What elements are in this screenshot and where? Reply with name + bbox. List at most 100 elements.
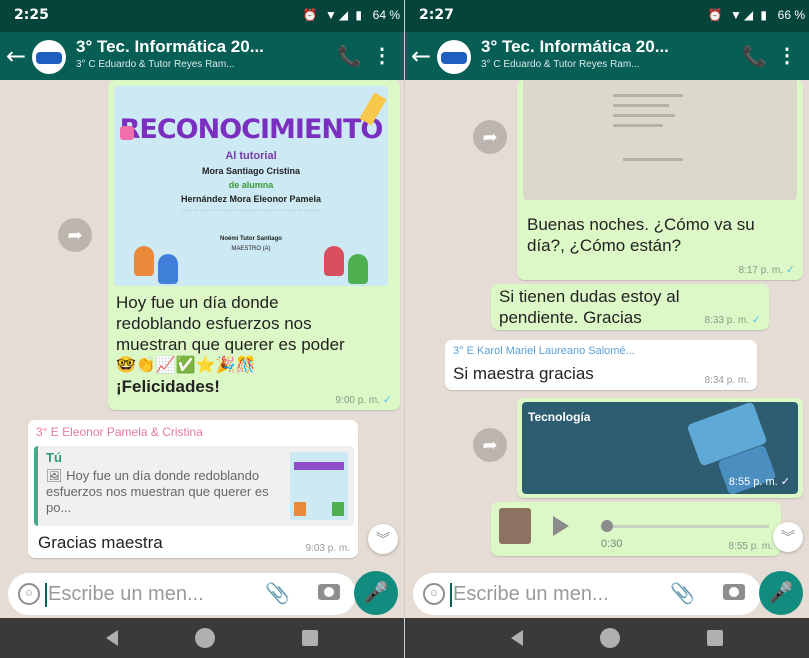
mic-icon[interactable]: 🎤 — [759, 571, 803, 615]
status-bar: 2:25 ⏰ ▼◢ ▮ 64 % — [0, 0, 404, 32]
message-text: Gracias maestra — [38, 533, 163, 552]
poster-illustration — [158, 254, 178, 284]
signal-wifi-icons: ⏰ ▼◢ ▮ — [302, 8, 364, 22]
letter-image[interactable] — [523, 80, 797, 200]
back-arrow-icon[interactable]: ← — [411, 42, 431, 70]
nav-back-icon[interactable] — [511, 630, 523, 646]
scroll-down-icon[interactable]: ︾ — [368, 524, 398, 554]
poster-line: Al tutorial — [225, 150, 277, 162]
message-time: 9:03 p. m. — [305, 543, 350, 554]
poster-title: RECONOCIMIENTO — [119, 114, 384, 145]
quoted-message[interactable]: Tú 🖼 Hoy fue un día donde redoblando esf… — [34, 446, 354, 526]
group-avatar[interactable] — [32, 40, 66, 74]
tech-image[interactable]: Tecnología 8:55 p. m. ✓ — [522, 402, 798, 494]
audio-progress-track[interactable] — [603, 525, 769, 528]
camera-icon[interactable] — [318, 584, 340, 600]
text-caret — [45, 583, 47, 607]
poster-decoration — [120, 126, 134, 140]
compose-bar: ☺ Escribe un men... 📎 🎤 — [0, 568, 404, 618]
poster-illustration — [348, 254, 368, 284]
more-options-icon[interactable]: ⋮ — [372, 43, 392, 68]
more-options-icon[interactable]: ⋮ — [777, 43, 797, 68]
message-sender: 3° E Karol Mariel Laureano Salomé... — [453, 345, 635, 357]
nav-home-icon[interactable] — [600, 628, 620, 648]
add-call-icon[interactable]: 📞 — [337, 44, 362, 69]
message-text: Buenas noches. ¿Cómo va su día?, ¿Cómo e… — [527, 215, 755, 255]
forward-icon[interactable]: ➦ — [58, 218, 92, 252]
image-message-bubble[interactable]: RECONOCIMIENTO Al tutorial Mora Santiago… — [108, 80, 400, 410]
chat-header[interactable]: ← 3° Tec. Informática 20... 3° C Eduardo… — [0, 32, 404, 80]
poster-line: MAESTRO (A) — [231, 246, 271, 252]
audio-message-bubble[interactable]: 0:30 8:55 p. m. — [491, 502, 781, 556]
phone-screen-left: 2:25 ⏰ ▼◢ ▮ 64 % ← 3° Tec. Informática 2… — [0, 0, 404, 658]
image-message-bubble[interactable]: Tecnología 8:55 p. m. ✓ — [517, 398, 803, 498]
poster-line: Hernández Mora Eleonor Pamela — [180, 194, 322, 204]
message-input[interactable]: ☺ Escribe un men... 📎 — [8, 573, 356, 615]
poster-image[interactable]: RECONOCIMIENTO Al tutorial Mora Santiago… — [114, 86, 388, 286]
poster-body-text: · · · · · · · · · · · · · · · · · · · · … — [181, 208, 321, 214]
message-time: 8:55 p. m. ✓ — [728, 476, 790, 488]
emoji-row: 🤓👏📈✅⭐🎉🎊 — [116, 357, 256, 374]
compose-bar: ☺ Escribe un men... 📎 🎤 — [405, 568, 809, 618]
message-time: 8:55 p. m. — [728, 541, 773, 552]
attach-icon[interactable]: 📎 — [670, 581, 695, 606]
message-time: 8:17 p. m. ✓ — [738, 264, 795, 276]
read-ticks-icon: ✓ — [751, 314, 761, 326]
mic-icon[interactable]: 🎤 — [354, 571, 398, 615]
audio-progress-knob[interactable] — [601, 520, 613, 532]
input-placeholder: Escribe un men... — [48, 583, 204, 605]
image-message-bubble[interactable]: Buenas noches. ¿Cómo va su día?, ¿Cómo e… — [517, 80, 803, 280]
quote-author: Tú — [46, 450, 62, 465]
system-nav-bar — [0, 618, 404, 658]
status-time: 2:25 — [14, 7, 49, 23]
add-call-icon[interactable]: 📞 — [742, 44, 767, 69]
text-caret — [450, 583, 452, 607]
read-ticks-icon: ✓ — [382, 394, 392, 406]
chat-subtitle[interactable]: 3° C Eduardo & Tutor Reyes Ram... — [76, 59, 235, 70]
emoji-icon[interactable]: ☺ — [18, 583, 40, 605]
quote-thumbnail — [290, 452, 348, 520]
camera-icon[interactable] — [723, 584, 745, 600]
incoming-message-bubble[interactable]: 3° E Karol Mariel Laureano Salomé... Si … — [445, 340, 757, 390]
forward-icon[interactable]: ➦ — [473, 428, 507, 462]
attach-icon[interactable]: 📎 — [265, 581, 290, 606]
forward-icon[interactable]: ➦ — [473, 120, 507, 154]
reply-message-bubble[interactable]: 3° E Eleonor Pamela & Cristina Tú 🖼 Hoy … — [28, 420, 358, 558]
back-arrow-icon[interactable]: ← — [6, 42, 26, 70]
system-nav-bar — [405, 618, 809, 658]
message-text: Si maestra gracias — [453, 364, 594, 383]
poster-line: de alumna — [228, 180, 274, 190]
caption-line: redoblando esfuerzos nos — [116, 314, 312, 333]
nav-back-icon[interactable] — [106, 630, 118, 646]
caption-line: Hoy fue un día donde — [116, 293, 279, 312]
message-input[interactable]: ☺ Escribe un men... 📎 — [413, 573, 761, 615]
message-text: Si tienen dudas estoy al pendiente. Grac… — [499, 287, 680, 327]
play-icon[interactable] — [553, 516, 569, 536]
audio-duration: 0:30 — [601, 538, 623, 550]
phone-screen-right: 2:27 ⏰ ▼◢ ▮ 66 % ← 3° Tec. Informática 2… — [405, 0, 809, 658]
audio-thumbnail — [499, 508, 531, 544]
message-time: 8:34 p. m. — [704, 375, 749, 386]
nav-home-icon[interactable] — [195, 628, 215, 648]
battery-level: 66 % — [777, 8, 805, 22]
text-message-bubble[interactable]: Si tienen dudas estoy al pendiente. Grac… — [491, 284, 769, 330]
chat-title[interactable]: 3° Tec. Informática 20... — [481, 37, 669, 57]
message-caption: Hoy fue un día donde redoblando esfuerzo… — [116, 292, 396, 397]
read-ticks-icon: ✓ — [785, 264, 795, 276]
chat-title[interactable]: 3° Tec. Informática 20... — [76, 37, 264, 57]
nav-recents-icon[interactable] — [707, 630, 723, 646]
scroll-down-icon[interactable]: ︾ — [773, 522, 803, 552]
message-time: 9:00 p. m. ✓ — [335, 394, 392, 406]
image-label: Tecnología — [528, 410, 591, 424]
status-bar: 2:27 ⏰ ▼◢ ▮ 66 % — [405, 0, 809, 32]
emoji-icon[interactable]: ☺ — [423, 583, 445, 605]
nav-recents-icon[interactable] — [302, 630, 318, 646]
chat-header[interactable]: ← 3° Tec. Informática 20... 3° C Eduardo… — [405, 32, 809, 80]
group-avatar[interactable] — [437, 40, 471, 74]
input-placeholder: Escribe un men... — [453, 583, 609, 605]
poster-line: Mora Santiago Cristina — [201, 166, 300, 176]
chat-subtitle[interactable]: 3° C Eduardo & Tutor Reyes Ram... — [481, 59, 640, 70]
status-time: 2:27 — [419, 7, 454, 23]
message-sender: 3° E Eleonor Pamela & Cristina — [36, 425, 203, 439]
quote-text: 🖼 Hoy fue un día donde redoblando esfuer… — [46, 468, 269, 515]
